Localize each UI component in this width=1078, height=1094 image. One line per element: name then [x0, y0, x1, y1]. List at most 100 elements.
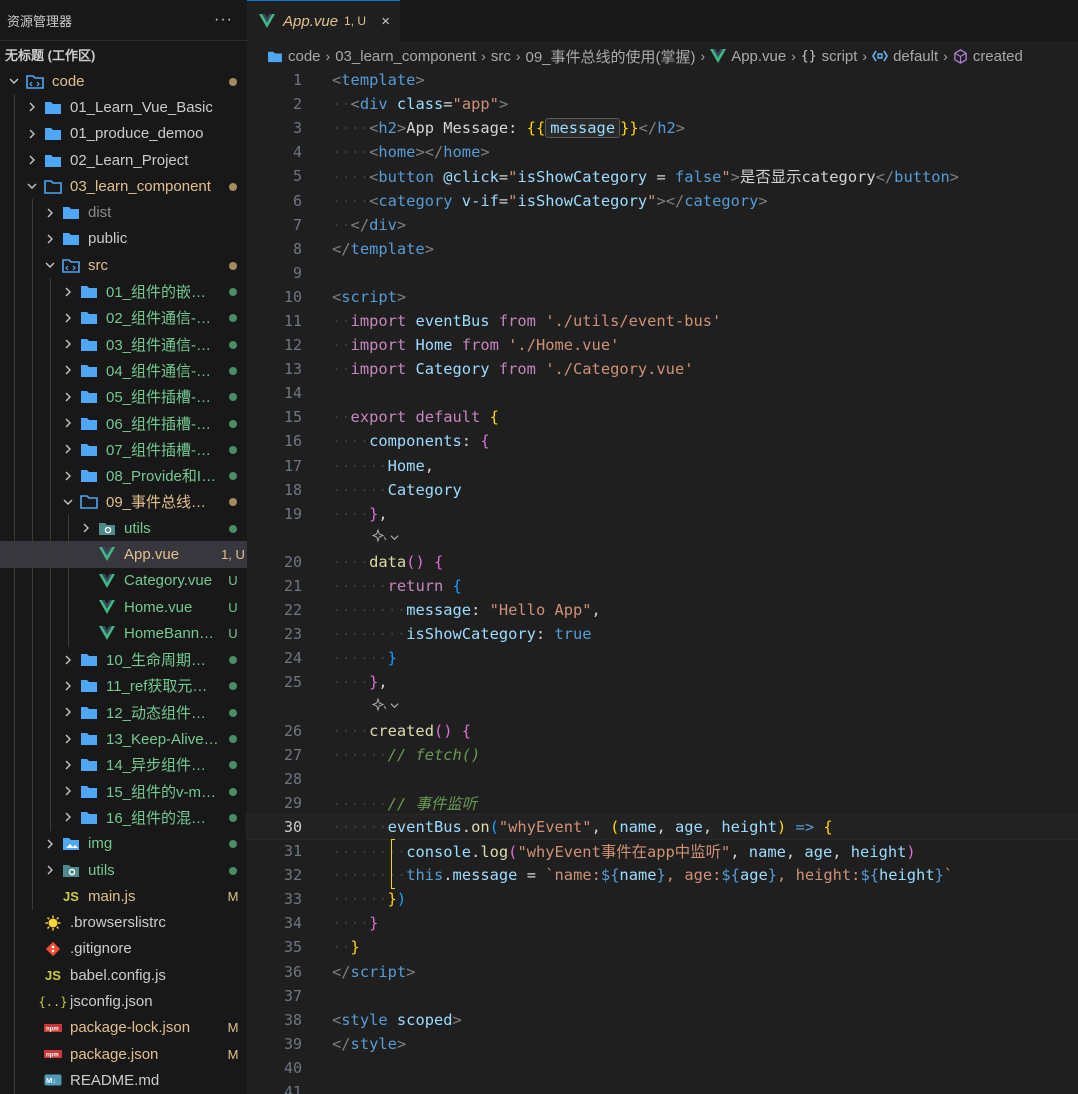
code-line[interactable]: 2 ··<div class="app">	[247, 92, 1078, 116]
chevron-right-icon[interactable]	[26, 154, 38, 166]
breadcrumb-item[interactable]: code ›	[267, 48, 335, 65]
folder-item-04[interactable]: 04_组件通信-案...	[0, 357, 247, 384]
chevron-right-icon[interactable]	[26, 128, 38, 140]
folder-item-03[interactable]: 03_组件通信-子...	[0, 330, 247, 358]
code-line[interactable]: 1 <template>	[247, 68, 1078, 92]
code-line[interactable]: 14	[247, 381, 1078, 405]
folder-item-01[interactable]: 01_组件的嵌套使...	[0, 278, 247, 305]
code-area[interactable]: 1 <template> 2 ··<div class="app"> 3 ····<h2>…	[246, 68, 1078, 1094]
chevron-right-icon[interactable]	[62, 364, 74, 376]
code-line[interactable]: 18 ······Category	[247, 478, 1078, 502]
code-line[interactable]: 19 ····},	[247, 502, 1078, 526]
folder-item-10[interactable]: 10_生命周期函数...	[0, 646, 247, 673]
chevron-right-icon[interactable]	[44, 207, 56, 219]
codelens-row[interactable]	[247, 694, 1078, 718]
file-item-app-vue[interactable]: App.vue 1, U	[0, 541, 247, 568]
chevron-right-icon[interactable]	[62, 785, 74, 797]
breadcrumb-item[interactable]: src ›	[491, 48, 526, 65]
workspace-title[interactable]: 无标题 (工作区)	[0, 40, 247, 68]
folder-item-02-learn-project[interactable]: 02_Learn_Project	[0, 146, 247, 174]
chevron-right-icon[interactable]	[26, 101, 38, 113]
folder-item-public[interactable]: public	[0, 225, 247, 253]
breadcrumb-item[interactable]: 09_事件总线的使用(掌握) ›	[526, 46, 711, 67]
folder-item-13-keep-alive[interactable]: 13_Keep-Alive的...	[0, 725, 247, 752]
code-line[interactable]: 10 <script>	[247, 285, 1078, 309]
chevron-right-icon[interactable]	[62, 417, 74, 429]
code-line[interactable]: 32 ········this.message = `name:${name}, …	[247, 863, 1078, 887]
file-item-browserslistrc[interactable]: .browserslistrc	[0, 909, 247, 936]
code-line[interactable]: 33 ······})	[247, 887, 1078, 911]
code-line[interactable]: 15 ··export default {	[247, 405, 1078, 429]
file-item-main-js[interactable]: JS main.js M	[0, 883, 247, 910]
code-line[interactable]: 30 ······eventBus.on("whyEvent", (name, a…	[246, 813, 1078, 841]
code-line[interactable]: 36 </script>	[247, 959, 1078, 983]
code-line[interactable]: 29 ······// 事件监听	[247, 791, 1078, 815]
folder-item-03-learn-component[interactable]: 03_learn_component	[0, 173, 247, 200]
codelens-row[interactable]	[247, 526, 1078, 550]
folder-item-06[interactable]: 06_组件插槽-具...	[0, 409, 247, 437]
code-line[interactable]: 26 ····created() {	[247, 719, 1078, 743]
chevron-down-icon[interactable]	[62, 496, 74, 508]
chevron-right-icon[interactable]	[62, 680, 74, 692]
breadcrumb-item[interactable]: default ›	[872, 48, 953, 65]
code-line[interactable]: 27 ······// fetch()	[247, 743, 1078, 767]
code-line[interactable]: 20 ····data() {	[247, 550, 1078, 574]
code-line[interactable]: 39 </style>	[247, 1032, 1078, 1056]
folder-item-01-learn-vue-basic[interactable]: 01_Learn_Vue_Basic	[0, 94, 247, 121]
code-line[interactable]: 16 ····components: {	[247, 429, 1078, 453]
code-line[interactable]: 28	[247, 767, 1078, 791]
code-line[interactable]: 25 ····},	[247, 670, 1078, 694]
chevron-right-icon[interactable]	[62, 286, 74, 298]
chevron-right-icon[interactable]	[62, 733, 74, 745]
chevron-down-icon[interactable]	[26, 180, 38, 192]
folder-item-12[interactable]: 12_动态组件的使...	[0, 699, 247, 726]
code-line[interactable]: 31 ········console.log("whyEvent事件在app中监听…	[247, 839, 1078, 863]
file-item-jsconfig-json[interactable]: {..} jsconfig.json	[0, 988, 247, 1015]
chevron-right-icon[interactable]	[62, 654, 74, 666]
folder-item-05[interactable]: 05_组件插槽-基...	[0, 383, 247, 410]
folder-item-07[interactable]: 07_组件插槽-作...	[0, 436, 247, 463]
code-line[interactable]: 35 ··}	[247, 935, 1078, 959]
chevron-down-icon[interactable]	[8, 75, 20, 87]
file-item-package-lock-json[interactable]: npm package-lock.json M	[0, 1014, 247, 1041]
code-line[interactable]: 7 ··</div>	[247, 213, 1078, 237]
chevron-right-icon[interactable]	[62, 443, 74, 455]
chevron-right-icon[interactable]	[62, 338, 74, 350]
folder-item-code[interactable]: code	[0, 68, 247, 94]
folder-item-14[interactable]: 14_异步组件的使...	[0, 751, 247, 779]
folder-item-09[interactable]: 09_事件总线的使...	[0, 488, 247, 516]
folder-item-08-provide-inje[interactable]: 08_Provide和Inje...	[0, 462, 247, 489]
file-item-home-vue[interactable]: Home.vue U	[0, 593, 247, 621]
file-item-homebanner-vue[interactable]: HomeBanner.vue U	[0, 620, 247, 647]
code-line[interactable]: 4 ····<home></home>	[247, 140, 1078, 164]
code-line[interactable]: 11 ··import eventBus from './utils/event-…	[247, 309, 1078, 333]
code-line[interactable]: 17 ······Home,	[247, 454, 1078, 478]
code-line[interactable]: 38 <style scoped>	[247, 1008, 1078, 1032]
chevron-right-icon[interactable]	[62, 811, 74, 823]
chevron-down-icon[interactable]	[44, 259, 56, 271]
folder-item-utils[interactable]: utils	[0, 856, 247, 884]
breadcrumb-item[interactable]: {} script ›	[801, 48, 872, 65]
code-line[interactable]: 37	[247, 984, 1078, 1008]
folder-item-02[interactable]: 02_组件通信-父...	[0, 304, 247, 331]
tab-app-vue[interactable]: App.vue 1, U ×	[247, 0, 400, 41]
file-item-package-json[interactable]: npm package.json M	[0, 1040, 247, 1068]
file-item-gitignore[interactable]: .gitignore	[0, 935, 247, 963]
code-line[interactable]: 22 ········message: "Hello App",	[247, 598, 1078, 622]
code-line[interactable]: 34 ····}	[247, 911, 1078, 935]
more-actions-icon[interactable]: ···	[214, 11, 233, 29]
chevron-right-icon[interactable]	[62, 312, 74, 324]
breadcrumb-item[interactable]: 03_learn_component ›	[335, 48, 491, 65]
code-line[interactable]: 24 ······}	[247, 646, 1078, 670]
code-line[interactable]: 3 ····<h2>App Message: {{message}}</h2>	[247, 116, 1078, 140]
folder-item-16-m[interactable]: 16_组件的混入M...	[0, 804, 247, 831]
code-line[interactable]: 9	[247, 261, 1078, 285]
folder-item-01-produce-demoo[interactable]: 01_produce_demoo	[0, 120, 247, 147]
breadcrumb-item[interactable]: created	[953, 48, 1023, 65]
file-item-readme-md[interactable]: M↓ README.md	[0, 1067, 247, 1094]
code-line[interactable]: 12 ··import Home from './Home.vue'	[247, 333, 1078, 357]
chevron-right-icon[interactable]	[62, 470, 74, 482]
chevron-right-icon[interactable]	[62, 706, 74, 718]
chevron-right-icon[interactable]	[80, 522, 92, 534]
folder-item-utils[interactable]: utils	[0, 515, 247, 542]
